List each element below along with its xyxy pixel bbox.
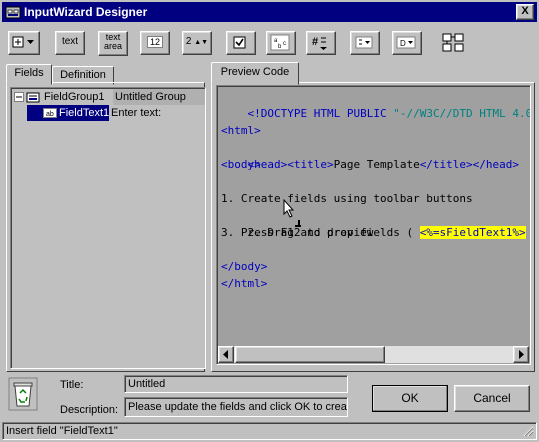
text-field-icon: ab xyxy=(43,108,57,118)
code-line: <head><title>Page Template</title></head… xyxy=(247,158,520,171)
code-line: 2. Drag and drop fields ( <%=sFieldText1… xyxy=(247,226,526,239)
group-name: FieldGroup1 xyxy=(44,91,105,103)
ok-button[interactable]: OK xyxy=(372,385,448,412)
description-label: Description: xyxy=(60,404,119,416)
tab-preview-code[interactable]: Preview Code xyxy=(211,62,299,85)
list-field-button[interactable]: # xyxy=(306,31,336,55)
field-placeholder: <%=sFieldText1%> xyxy=(419,226,526,239)
group-value: Untitled Group xyxy=(113,89,205,105)
close-button[interactable]: X xyxy=(516,4,534,20)
description-value: Please update the fields and click OK to… xyxy=(128,401,348,413)
dropdown-field-button[interactable]: D xyxy=(392,31,422,55)
window-title: InputWizard Designer xyxy=(24,5,148,19)
scroll-thumb[interactable] xyxy=(235,346,385,363)
textarea-field-button[interactable]: text area xyxy=(98,31,128,56)
svg-text:ab: ab xyxy=(46,111,54,118)
recycle-bin-icon[interactable] xyxy=(8,377,38,411)
tab-definition-label: Definition xyxy=(60,69,106,81)
tab-preview-code-label: Preview Code xyxy=(220,66,290,78)
tree-row-field[interactable]: ab FieldText1 Enter text: xyxy=(27,105,203,121)
horizontal-scrollbar[interactable] xyxy=(218,346,529,363)
dropdown-icon: D xyxy=(396,36,416,49)
radio-field-button[interactable]: a b c xyxy=(266,31,296,55)
resize-grip-icon[interactable] xyxy=(522,425,534,437)
arrow-left-icon xyxy=(223,350,228,359)
number-field-label: 12 xyxy=(146,36,163,48)
checkbox-field-button[interactable] xyxy=(226,31,256,55)
tab-fields[interactable]: Fields xyxy=(6,64,52,85)
title-bar[interactable]: InputWizard Designer X xyxy=(2,2,537,22)
cancel-label: Cancel xyxy=(473,391,511,405)
tree-row-group[interactable]: FieldGroup1 Untitled Group xyxy=(13,89,205,105)
text-field-label: text xyxy=(61,36,79,47)
field-value: Enter text: xyxy=(111,107,162,119)
title-label: Title: xyxy=(60,379,84,391)
status-text: Insert field "FieldText1" xyxy=(6,425,118,437)
radio-options-icon: a b c xyxy=(270,34,290,51)
close-icon: X xyxy=(521,5,529,17)
spin-field-label: 2 xyxy=(185,36,192,47)
code-line: <html> xyxy=(221,124,261,137)
mouse-cursor-icon xyxy=(283,198,301,227)
text-field-button[interactable]: text xyxy=(55,31,85,55)
list-icon: # xyxy=(312,36,327,50)
spin-arrows-icon: ▲▼ xyxy=(194,39,209,46)
app-icon xyxy=(5,6,21,19)
status-bar: Insert field "FieldText1" xyxy=(2,422,537,440)
select-field-button[interactable] xyxy=(350,31,380,55)
title-value: Untitled xyxy=(128,378,166,390)
group-icon xyxy=(26,92,40,103)
svg-text:D: D xyxy=(400,39,406,48)
properties-button[interactable] xyxy=(440,31,470,53)
collapse-icon[interactable] xyxy=(14,92,24,102)
textarea-label-line2: area xyxy=(103,41,122,51)
svg-text:c: c xyxy=(283,41,286,47)
code-line: </body> xyxy=(221,260,268,273)
spin-field-button[interactable]: 2 ▲▼ xyxy=(182,31,212,55)
scroll-right-button[interactable] xyxy=(513,346,529,363)
svg-text:#: # xyxy=(312,36,318,48)
code-line: <body> xyxy=(221,158,261,171)
code-editor[interactable]: <!DOCTYPE HTML PUBLIC "-//W3C//DTD HTML … xyxy=(216,85,531,365)
number-field-button[interactable]: 12 xyxy=(140,31,170,55)
code-line: 1. Create fields using toolbar buttons xyxy=(221,192,473,205)
field-name: FieldText1 xyxy=(59,107,110,119)
checkbox-icon xyxy=(233,36,246,49)
description-field[interactable]: Please update the fields and click OK to… xyxy=(124,397,348,417)
code-line: <!DOCTYPE HTML PUBLIC "-//W3C//DTD HTML … xyxy=(247,107,531,120)
title-field[interactable]: Untitled xyxy=(124,375,348,393)
code-line: </html> xyxy=(221,277,268,290)
group-field-button[interactable] xyxy=(8,31,40,55)
properties-icon xyxy=(442,33,464,52)
cancel-button[interactable]: Cancel xyxy=(454,385,530,412)
select-icon xyxy=(355,36,373,49)
fields-tree[interactable]: FieldGroup1 Untitled Group ab FieldText1… xyxy=(10,87,206,369)
arrow-right-icon xyxy=(519,350,524,359)
group-field-icon xyxy=(12,36,34,48)
tab-fields-label: Fields xyxy=(14,67,44,79)
ok-label: OK xyxy=(401,391,419,405)
scroll-left-button[interactable] xyxy=(218,346,234,363)
